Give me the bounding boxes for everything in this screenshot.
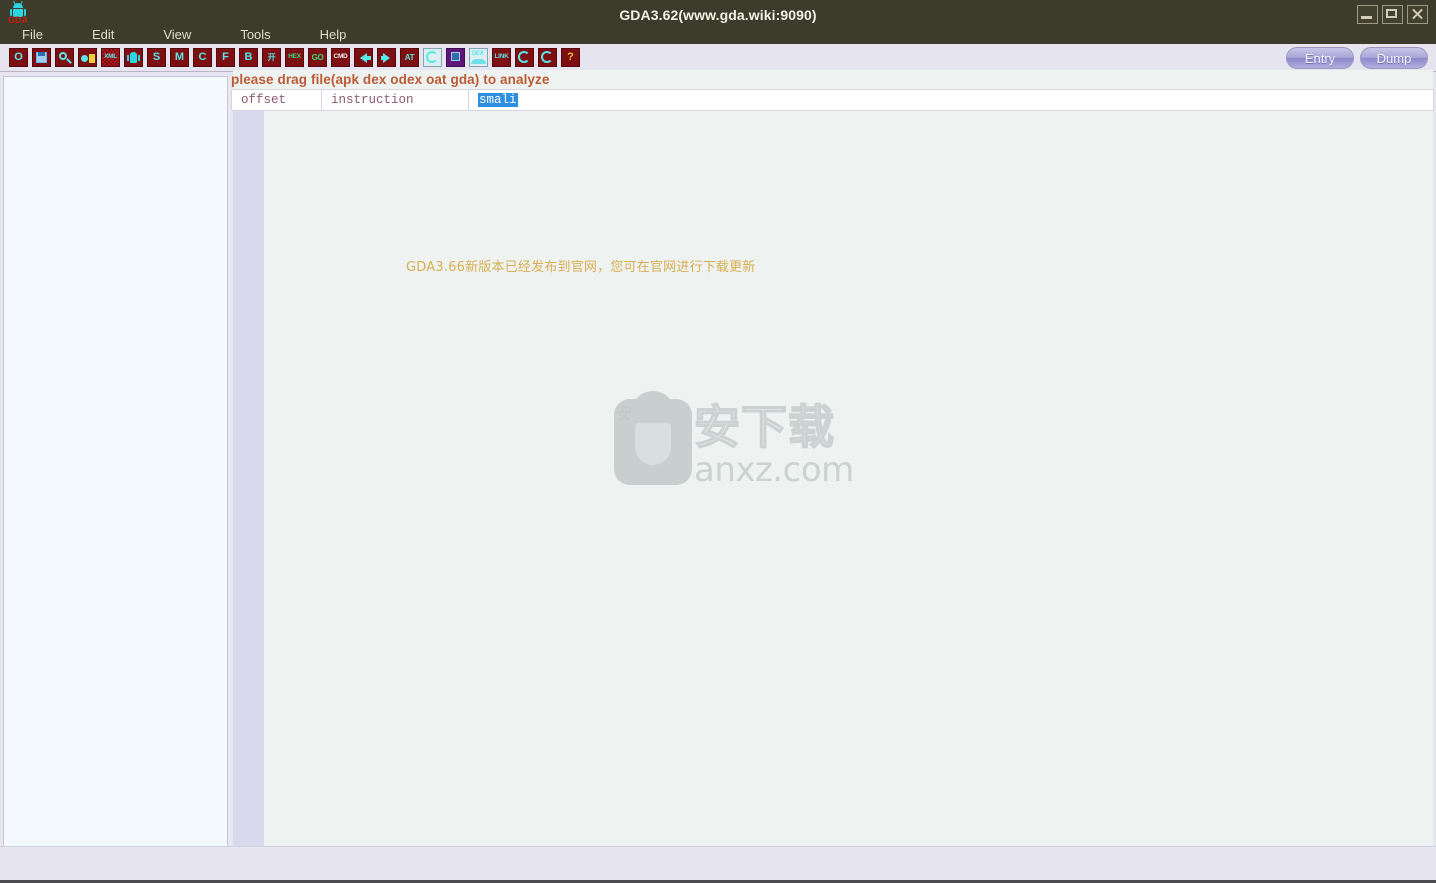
toolbar-action-group: Entry Dump [1286, 47, 1428, 69]
title-bar: GDA GDA3.62(www.gda.wiki:9090) File Edit… [0, 0, 1436, 44]
tree-structure-icon[interactable]: 开 [262, 48, 281, 67]
dex-icon[interactable]: DEX [469, 48, 488, 67]
undo-icon[interactable] [538, 48, 557, 67]
goto-icon[interactable]: GO [308, 48, 327, 67]
toggle-view-icon[interactable] [78, 48, 97, 67]
xml-viewer-icon[interactable]: XML [101, 48, 120, 67]
save-icon[interactable] [32, 48, 51, 67]
menu-item-edit[interactable]: Edit [82, 26, 124, 43]
column-header-smali[interactable]: smali [468, 89, 1434, 111]
back-arrow-icon[interactable] [354, 48, 373, 67]
entry-button[interactable]: Entry [1286, 47, 1354, 69]
android-manifest-icon[interactable] [124, 48, 143, 67]
hex-view-icon[interactable]: HEX [285, 48, 304, 67]
string-list-icon[interactable]: S [147, 48, 166, 67]
field-list-icon[interactable]: F [216, 48, 235, 67]
search-icon[interactable] [55, 48, 74, 67]
code-editor-body[interactable] [264, 111, 1433, 848]
class-list-icon[interactable]: C [193, 48, 212, 67]
toolbar-icon-group: O XML S M C F B 开 HEX GO CMD AT DEX LINK… [9, 48, 580, 67]
menu-item-file[interactable]: File [12, 26, 53, 43]
column-header-row: offset instruction smali [231, 89, 1434, 111]
line-number-gutter [233, 111, 264, 848]
command-icon[interactable]: CMD [331, 48, 350, 67]
menu-item-tools[interactable]: Tools [230, 26, 280, 43]
link-icon[interactable]: LINK [492, 48, 511, 67]
notes-icon[interactable] [446, 48, 465, 67]
column-header-offset[interactable]: offset [231, 89, 321, 111]
debug-icon[interactable] [423, 48, 442, 67]
at-icon[interactable]: AT [400, 48, 419, 67]
project-tree-panel[interactable] [3, 76, 228, 848]
status-bar [0, 846, 1436, 880]
maximize-button[interactable] [1382, 5, 1403, 24]
bytecode-icon[interactable]: B [239, 48, 258, 67]
method-list-icon[interactable]: M [170, 48, 189, 67]
close-button[interactable] [1407, 5, 1428, 24]
menu-item-view[interactable]: View [153, 26, 201, 43]
forward-arrow-icon[interactable] [377, 48, 396, 67]
column-header-smali-label: smali [478, 93, 518, 107]
window-controls [1357, 5, 1428, 24]
menu-bar: File Edit View Tools Help [0, 25, 385, 44]
dump-button[interactable]: Dump [1360, 47, 1428, 69]
drag-file-hint: please drag file(apk dex odex oat gda) t… [231, 72, 550, 87]
window-title: GDA3.62(www.gda.wiki:9090) [619, 7, 817, 23]
help-icon[interactable]: ? [561, 48, 580, 67]
menu-item-help[interactable]: Help [310, 26, 357, 43]
column-header-instruction[interactable]: instruction [321, 89, 468, 111]
application-window: GDA GDA3.62(www.gda.wiki:9090) File Edit… [0, 0, 1436, 883]
update-notice: GDA3.66新版本已经发布到官网，您可在官网进行下载更新 [406, 260, 756, 275]
toolbar: O XML S M C F B 开 HEX GO CMD AT DEX LINK… [0, 44, 1436, 72]
refresh-icon[interactable] [515, 48, 534, 67]
open-file-icon[interactable]: O [9, 48, 28, 67]
minimize-button[interactable] [1357, 5, 1378, 24]
